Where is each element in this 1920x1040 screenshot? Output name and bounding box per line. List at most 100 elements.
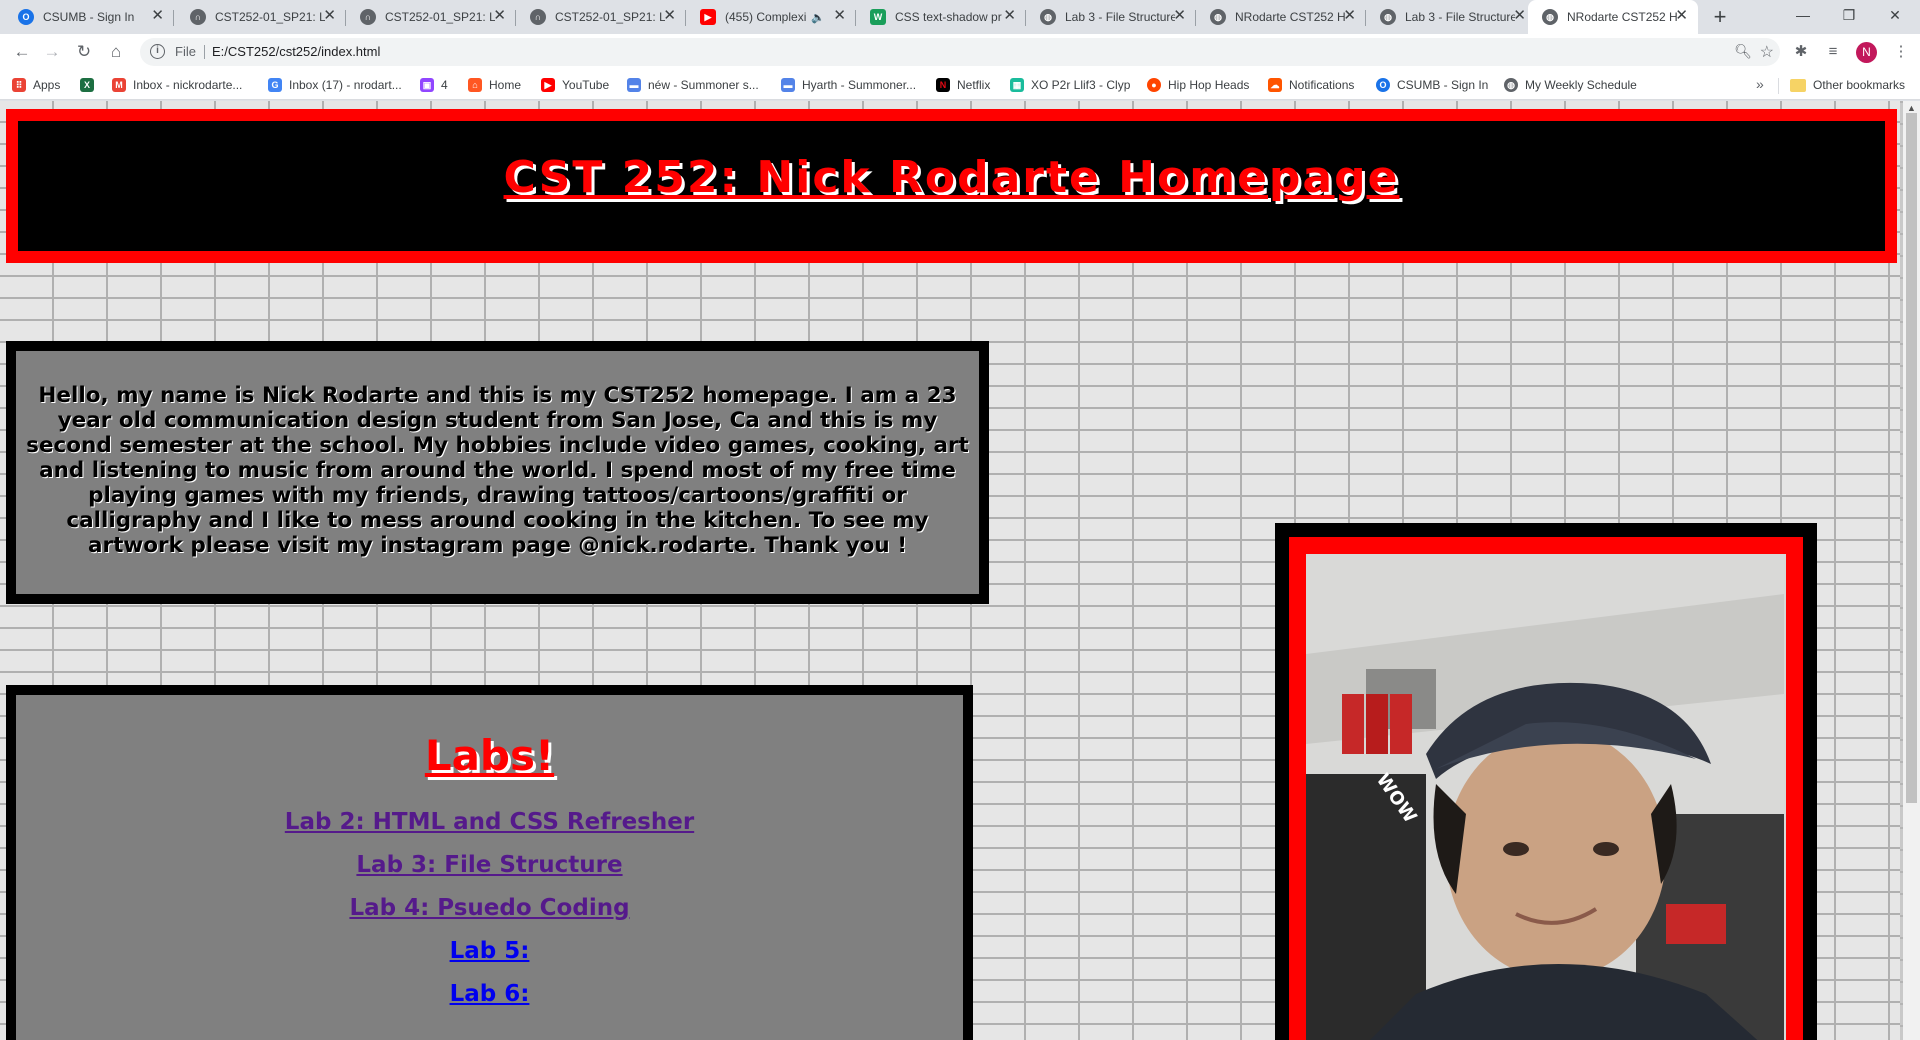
about-text: Hello, my name is Nick Rodarte and this … (26, 383, 969, 558)
profile-avatar[interactable]: N (1856, 42, 1877, 63)
tab-nrodarte-homepage-active[interactable]: ◍ NRodarte CST252 H ✕ (1528, 0, 1698, 34)
new-tab-button[interactable]: + (1708, 5, 1732, 29)
lab-6-link[interactable]: Lab 6: (16, 981, 963, 1007)
tab-nrodarte-homepage[interactable]: ◍ NRodarte CST252 H ✕ (1196, 0, 1366, 34)
zoom-icon[interactable]: 🔍︎ (1734, 43, 1752, 60)
tab-title: CSUMB - Sign In (43, 10, 135, 24)
tab-cst252-lab-2[interactable]: ∩ CST252-01_SP21: Lab ✕ (346, 0, 516, 34)
apps-icon: ⠿ (12, 78, 26, 92)
profile-photo: WOW (1306, 554, 1786, 1040)
lab-3-link[interactable]: Lab 3: File Structure (16, 852, 963, 878)
browser-toolbar: ← → ↻ ⌂ i File E:/CST252/cst252/index.ht… (0, 34, 1920, 70)
headphones-icon: ∩ (190, 9, 206, 25)
forward-button[interactable]: → (40, 40, 64, 64)
labs-box: Labs! Lab 2: HTML and CSS Refresher Lab … (6, 685, 973, 1040)
tab-title: CST252-01_SP21: Lab (555, 10, 665, 24)
google-icon: G (268, 78, 282, 92)
page-scrollbar[interactable]: ▲ (1903, 101, 1920, 1040)
other-bookmarks[interactable]: Other bookmarks (1790, 76, 1905, 94)
address-bar[interactable]: i File E:/CST252/cst252/index.html 🔍︎ ☆ (140, 38, 1780, 66)
extensions-icon[interactable]: ✱ (1790, 42, 1812, 62)
restore-button[interactable]: ❐ (1826, 0, 1872, 30)
back-button[interactable]: ← (10, 40, 34, 64)
home-bm-icon: ⌂ (468, 78, 482, 92)
page-header-inner: CST 252: Nick Rodarte Homepage (18, 121, 1885, 251)
photo-frame: WOW (1275, 523, 1817, 1040)
menu-icon[interactable]: ⋮ (1890, 42, 1912, 62)
tab-title: CSS text-shadow pr (895, 10, 1002, 24)
photo-frame-red: WOW (1289, 537, 1803, 1040)
bookmark-netflix[interactable]: N Netflix (936, 76, 990, 94)
close-icon[interactable]: ✕ (1173, 8, 1186, 24)
page-title: CST 252: Nick Rodarte Homepage (503, 151, 1400, 203)
close-icon[interactable]: ✕ (1675, 8, 1688, 24)
youtube-icon: ▶ (541, 78, 555, 92)
bookmarks-overflow-button[interactable]: » (1756, 76, 1764, 92)
tab-strip: O CSUMB - Sign In ✕ ∩ CST252-01_SP21: La… (0, 0, 1920, 34)
tab-lab3-file-structure[interactable]: ◍ Lab 3 - File Structure ✕ (1026, 0, 1196, 34)
tab-cst252-lab-3[interactable]: ∩ CST252-01_SP21: Lab ✕ (516, 0, 686, 34)
close-icon[interactable]: ✕ (1003, 8, 1016, 24)
reddit-icon: ● (1147, 78, 1161, 92)
netflix-icon: N (936, 78, 950, 92)
tab-title: CST252-01_SP21: Lab (385, 10, 495, 24)
tab-csumb-sign-in[interactable]: O CSUMB - Sign In ✕ (4, 0, 174, 34)
about-box: Hello, my name is Nick Rodarte and this … (6, 341, 989, 604)
minimize-button[interactable]: — (1780, 0, 1826, 30)
tab-title: Lab 3 - File Structure (1405, 10, 1515, 24)
bookmark-clyp[interactable]: ▦ XO P2r Llif3 - Clyp (1010, 76, 1130, 94)
info-icon[interactable]: i (150, 44, 165, 59)
labs-box-inner: Labs! Lab 2: HTML and CSS Refresher Lab … (16, 695, 963, 1040)
reading-list-icon[interactable]: ≡ (1822, 42, 1844, 62)
close-icon[interactable]: ✕ (1513, 8, 1526, 24)
bookmark-star-icon[interactable]: ☆ (1760, 42, 1774, 62)
bookmark-youtube[interactable]: ▶ YouTube (541, 76, 609, 94)
twitch-icon: ▣ (420, 78, 434, 92)
youtube-icon: ▶ (700, 9, 716, 25)
window-close-button[interactable]: ✕ (1872, 0, 1918, 30)
close-icon[interactable]: ✕ (323, 8, 336, 24)
bookmarks-bar: ⠿ Apps X M Inbox - nickrodarte... G Inbo… (0, 70, 1920, 100)
scrollbar-thumb[interactable] (1906, 113, 1917, 803)
close-icon[interactable]: ✕ (493, 8, 506, 24)
globe-icon: ◍ (1040, 9, 1056, 25)
url-text[interactable]: E:/CST252/cst252/index.html (212, 44, 380, 59)
opgg-icon: ▬ (781, 78, 795, 92)
scroll-up-arrow[interactable]: ▲ (1907, 103, 1916, 113)
tab-cst252-lab-1[interactable]: ∩ CST252-01_SP21: Lab ✕ (176, 0, 346, 34)
clyp-icon: ▦ (1010, 78, 1024, 92)
tab-lab3-file-structure-2[interactable]: ◍ Lab 3 - File Structure ✕ (1366, 0, 1536, 34)
speaker-icon[interactable]: 🔈 (811, 11, 825, 24)
bookmark-apps[interactable]: ⠿ Apps (12, 76, 60, 94)
bookmark-twitch[interactable]: ▣ 4 (420, 76, 448, 94)
close-icon[interactable]: ✕ (151, 8, 164, 24)
close-icon[interactable]: ✕ (833, 8, 846, 24)
bookmark-summoner-new[interactable]: ▬ néw - Summoner s... (627, 76, 759, 94)
lab-2-link[interactable]: Lab 2: HTML and CSS Refresher (16, 809, 963, 835)
tab-title: NRodarte CST252 H (1567, 10, 1677, 24)
tab-css-text-shadow[interactable]: W CSS text-shadow pr ✕ (856, 0, 1026, 34)
soundcloud-icon: ☁ (1268, 78, 1282, 92)
lab-4-link[interactable]: Lab 4: Psuedo Coding (16, 895, 963, 921)
bookmark-gmail[interactable]: M Inbox - nickrodarte... (112, 76, 242, 94)
home-button[interactable]: ⌂ (104, 40, 128, 64)
reload-button[interactable]: ↻ (72, 40, 96, 64)
bookmark-csumb[interactable]: O CSUMB - Sign In (1376, 76, 1488, 94)
bookmark-summoner-hyarth[interactable]: ▬ Hyarth - Summoner... (781, 76, 916, 94)
page-viewport[interactable]: CST 252: Nick Rodarte Homepage Hello, my… (0, 101, 1920, 1040)
bookmark-notifications[interactable]: ☁ Notifications (1268, 76, 1354, 94)
tab-title: NRodarte CST252 H (1235, 10, 1345, 24)
bookmark-inbox-google[interactable]: G Inbox (17) - nrodart... (268, 76, 402, 94)
url-scheme: File (175, 44, 196, 59)
bookmark-home[interactable]: ⌂ Home (468, 76, 521, 94)
close-icon[interactable]: ✕ (663, 8, 676, 24)
page-header: CST 252: Nick Rodarte Homepage (6, 109, 1897, 263)
folder-icon (1790, 78, 1806, 92)
tab-youtube[interactable]: ▶ (455) Complexi 🔈 ✕ (686, 0, 856, 34)
lab-5-link[interactable]: Lab 5: (16, 938, 963, 964)
labs-title: Labs! (424, 731, 555, 780)
bookmark-hip-hop-heads[interactable]: ● Hip Hop Heads (1147, 76, 1249, 94)
bookmark-excel[interactable]: X (80, 76, 101, 94)
close-icon[interactable]: ✕ (1343, 8, 1356, 24)
bookmark-weekly-schedule[interactable]: ◍ My Weekly Schedule (1504, 76, 1637, 94)
